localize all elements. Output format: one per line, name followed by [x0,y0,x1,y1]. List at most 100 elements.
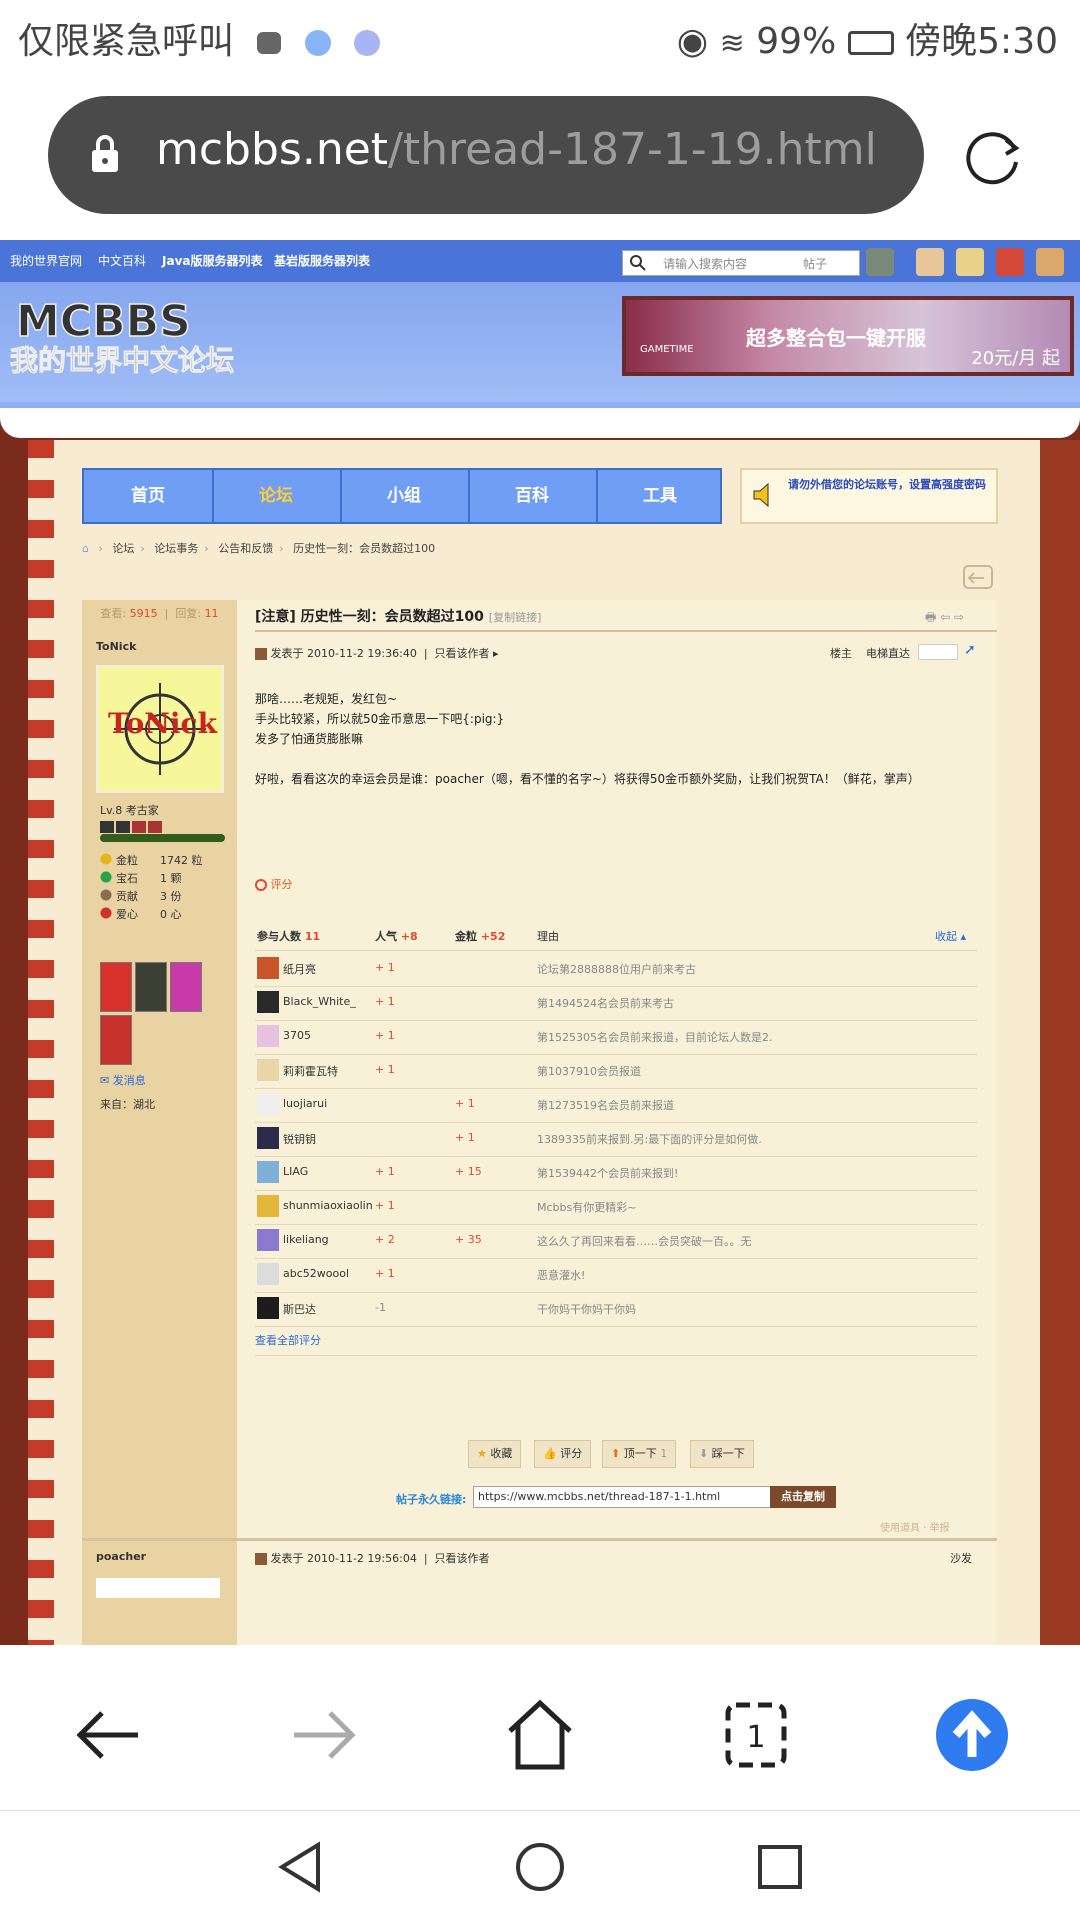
mcbbs-logo[interactable]: MCBBS 我的世界中文论坛 [8,296,258,376]
print-prev-next-icons[interactable]: 🖶 ⇦ ⇨ [925,608,964,629]
post-body: 那啥……老规矩，发红包~ 手头比较紧，所以就50金币意思一下吧{:pig:} 发… [255,689,985,789]
floor-jump-input[interactable] [918,644,958,660]
scroll-top-icon[interactable] [932,1695,1012,1775]
rater-avatar[interactable] [257,1127,279,1149]
top-link-bedrock-servers[interactable]: 基岩版服务器列表 [274,252,370,269]
rater-name[interactable]: shunmiaoxiaolin [283,1199,373,1212]
rater-reason: 恶意灌水! [537,1269,586,1282]
ad-banner[interactable]: GAMETIME 超多整合包一键开服 20元/月 起 [622,296,1074,376]
favorite-button[interactable]: ★ 收藏 [468,1440,522,1468]
dice-icon[interactable] [956,248,984,276]
avatar[interactable] [96,1578,220,1598]
potion-icon[interactable] [996,248,1024,276]
nav-groups[interactable]: 小组 [340,470,470,522]
rater-popularity: + 2 [375,1233,395,1246]
rater-avatar[interactable] [257,1195,279,1217]
rater-avatar[interactable] [257,1263,279,1285]
rater-name[interactable]: likeliang [283,1233,329,1246]
rate-button[interactable]: 👍 评分 [534,1440,592,1468]
collapse-link[interactable]: 收起 ▴ [935,928,966,944]
user-level: Lv.8 考古家 [100,804,159,817]
mail-icon[interactable] [916,248,944,276]
medal-badge[interactable] [135,962,167,1012]
tabs-icon[interactable]: 1 [716,1695,796,1775]
rater-popularity: + 1 [375,1029,395,1042]
nav-forum[interactable]: 论坛 [212,470,342,522]
ad-brand: GAMETIME [640,344,694,355]
rater-name[interactable]: abc52woool [283,1267,349,1280]
medal-badge[interactable] [100,962,132,1012]
copy-link-button[interactable]: 点击复制 [770,1486,836,1508]
jump-go-icon[interactable]: ➚ [964,642,976,658]
upvote-button[interactable]: ⬆ 顶一下 1 [602,1440,677,1468]
view-all-ratings-link[interactable]: 查看全部评分 [255,1332,321,1348]
back-arrow-icon[interactable] [68,1695,148,1775]
rater-avatar[interactable] [257,1093,279,1115]
only-author-link[interactable]: 只看该作者 [435,1552,490,1565]
nav-wiki[interactable]: 百科 [468,470,598,522]
rater-avatar[interactable] [257,1229,279,1251]
rater-name[interactable]: LIAG [283,1165,308,1178]
replies-count: 11 [204,607,219,620]
post-tools[interactable]: 使用道具 · 举报 [880,1519,950,1534]
nav-home-icon[interactable] [514,1841,566,1893]
clock: 傍晚5:30 [905,21,1058,62]
top-link-wiki[interactable]: 中文百科 [98,252,146,269]
url-text[interactable]: mcbbs.net/thread-187-1-19.html [156,124,877,175]
forward-arrow-icon[interactable] [284,1695,364,1775]
breadcrumb-announce[interactable]: 公告和反馈 [218,542,273,555]
top-link-java-servers[interactable]: Java版服务器列表 [162,252,262,269]
copy-link[interactable]: [复制链接] [489,611,542,624]
up-arrow-icon: ⬆ [611,1447,621,1460]
post-line: 手头比较紧，所以就50金币意思一下吧{:pig:} [255,712,505,726]
post-line: 发多了怕通货膨胀嘛 [255,732,364,746]
rater-avatar[interactable] [257,1297,279,1319]
rater-name[interactable]: 斯巴达 [283,1301,316,1317]
top-link-official[interactable]: 我的世界官网 [10,252,82,269]
reply-author-name[interactable]: poacher [96,1550,146,1563]
browser-icon [304,30,331,56]
palette-icon[interactable] [1036,248,1064,276]
home-icon[interactable] [500,1695,580,1775]
search-input[interactable]: 请输入搜索内容 帖子 [622,250,860,276]
search-placeholder: 请输入搜索内容 [663,257,748,271]
breadcrumb-thread[interactable]: 历史性一刻：会员数超过100 [293,542,435,555]
search-type-select[interactable]: 帖子 [803,255,827,272]
nav-recents-icon[interactable] [756,1843,804,1891]
only-author-link[interactable]: 只看该作者 [435,647,490,660]
nav-home[interactable]: 首页 [84,470,214,522]
rater-avatar[interactable] [257,1025,279,1047]
battery-percent: 99% [756,21,837,62]
downvote-button[interactable]: ⬇ 踩一下 [690,1440,754,1468]
breadcrumb-affairs[interactable]: 论坛事务 [154,542,198,555]
nav-tools[interactable]: 工具 [596,470,724,522]
send-message-link[interactable]: ✉ 发消息 [100,1072,146,1088]
back-icon[interactable] [962,560,996,590]
rater-avatar[interactable] [257,991,279,1013]
rater-name[interactable]: 莉莉霍瓦特 [283,1063,338,1079]
rater-name[interactable]: 3705 [283,1029,311,1042]
block-icon[interactable] [866,248,894,276]
rater-name[interactable]: 锐钥钥 [283,1131,316,1147]
address-bar[interactable]: mcbbs.net/thread-187-1-19.html [48,96,924,214]
rater-name[interactable]: Black_White_ [283,995,356,1008]
medal-badge[interactable] [170,962,202,1012]
avatar[interactable]: ToNick [96,665,224,793]
rater-name[interactable]: luojiarui [283,1097,327,1110]
snow-edge [0,408,1080,438]
reload-icon[interactable] [962,128,1024,190]
permalink-input[interactable]: https://www.mcbbs.net/thread-187-1-1.htm… [473,1486,771,1508]
author-name[interactable]: ToNick [96,640,136,653]
breadcrumb-forum[interactable]: 论坛 [112,542,134,555]
home-icon[interactable]: ⌂ [82,542,89,555]
medal-badge[interactable] [100,1015,132,1065]
breadcrumb: ⌂ › 论坛 › 论坛事务 › 公告和反馈 › 历史性一刻：会员数超过100 [82,542,436,555]
url-domain: mcbbs.net [156,124,389,175]
nav-back-icon[interactable] [276,1841,324,1893]
rater-gold: + 1 [455,1131,475,1144]
rater-name[interactable]: 纸月亮 [283,961,316,977]
post-line: 那啥……老规矩，发红包~ [255,692,398,706]
rater-avatar[interactable] [257,1161,279,1183]
rater-avatar[interactable] [257,1059,279,1081]
rater-avatar[interactable] [257,957,279,979]
